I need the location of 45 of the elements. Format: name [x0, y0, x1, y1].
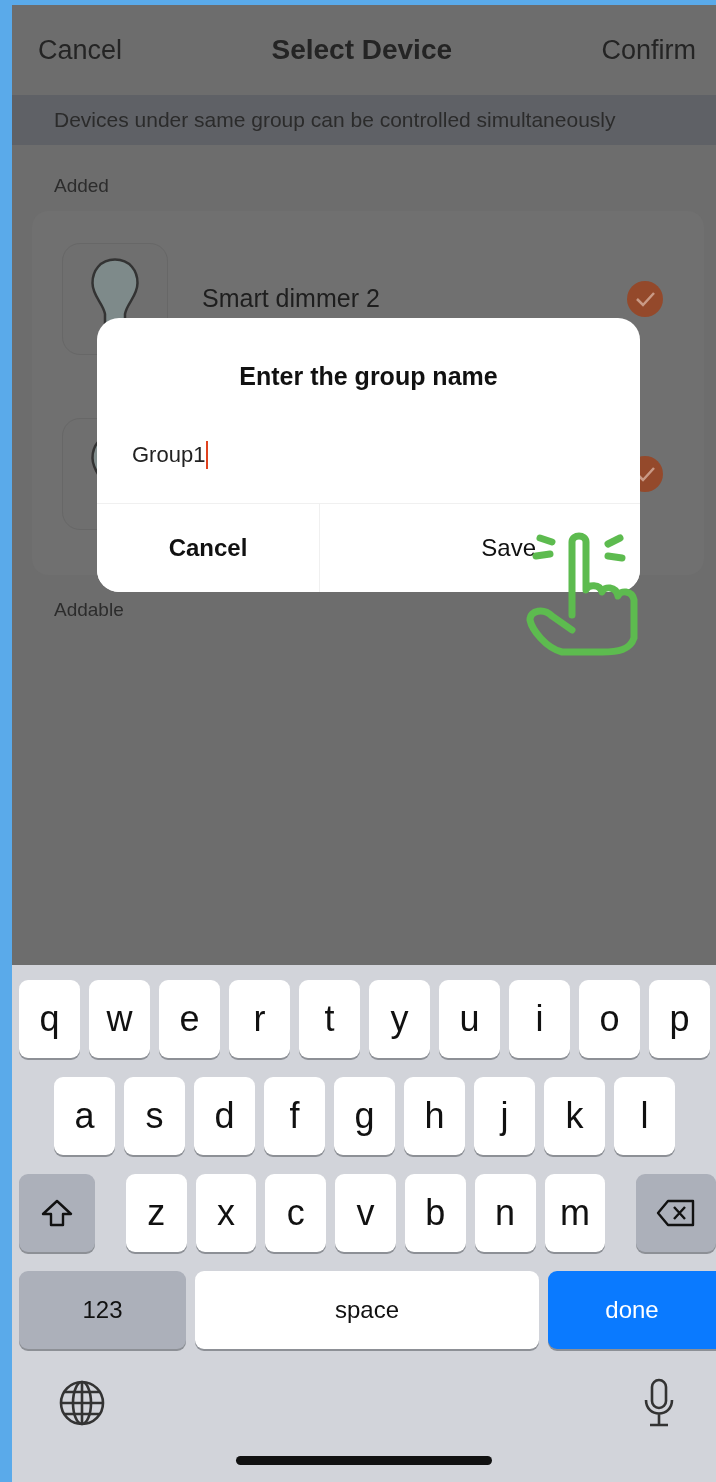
letter-key[interactable]: m	[544, 1174, 606, 1252]
letter-key[interactable]: g	[334, 1077, 395, 1155]
device-name: Smart dimmer 2	[201, 284, 381, 313]
letter-key[interactable]: p	[649, 980, 710, 1058]
shift-key[interactable]	[19, 1174, 95, 1252]
letter-key[interactable]: w	[89, 980, 150, 1058]
microphone-icon[interactable]	[642, 1378, 676, 1428]
text-cursor	[206, 441, 209, 469]
letter-key[interactable]: d	[194, 1077, 255, 1155]
space-key[interactable]: space	[195, 1271, 539, 1349]
letter-key[interactable]: c	[265, 1174, 327, 1252]
letter-key[interactable]: v	[335, 1174, 396, 1252]
letter-key[interactable]: q	[19, 980, 80, 1058]
globe-icon[interactable]	[58, 1379, 106, 1427]
letter-key[interactable]: n	[474, 1174, 536, 1252]
letter-key[interactable]: r	[229, 980, 290, 1058]
info-text: Devices under same group can be controlled simultaneously	[54, 108, 616, 132]
letter-key[interactable]: u	[439, 980, 500, 1058]
cancel-button[interactable]: Cancel	[97, 504, 320, 592]
done-key[interactable]: done	[548, 1271, 716, 1349]
letter-key[interactable]: f	[264, 1077, 325, 1155]
screen-title: Select Device	[271, 34, 453, 66]
group-name-field[interactable]: Group1	[97, 391, 640, 473]
letter-key[interactable]: e	[159, 980, 220, 1058]
dialog-title: Enter the group name	[238, 361, 499, 391]
letter-key[interactable]: t	[299, 980, 360, 1058]
letter-key[interactable]: a	[54, 1077, 115, 1155]
backspace-icon	[656, 1199, 697, 1227]
letter-key[interactable]: s	[124, 1077, 185, 1155]
letter-key[interactable]: h	[404, 1077, 465, 1155]
letter-key[interactable]: z	[125, 1174, 187, 1252]
letter-key[interactable]: o	[579, 980, 640, 1058]
section-label: Addable	[53, 598, 125, 621]
letter-key[interactable]: l	[614, 1077, 675, 1155]
letter-key[interactable]: b	[404, 1174, 466, 1252]
letter-key[interactable]: y	[369, 980, 430, 1058]
letter-key[interactable]: j	[474, 1077, 535, 1155]
checkbox[interactable]	[626, 279, 664, 318]
letter-key[interactable]: i	[509, 980, 570, 1058]
numbers-key[interactable]: 123	[19, 1271, 186, 1349]
letter-key[interactable]: k	[544, 1077, 605, 1155]
letter-key[interactable]: x	[195, 1174, 257, 1252]
delete-key[interactable]	[636, 1174, 716, 1252]
shift-icon	[39, 1198, 74, 1228]
section-label: Added	[53, 174, 110, 197]
